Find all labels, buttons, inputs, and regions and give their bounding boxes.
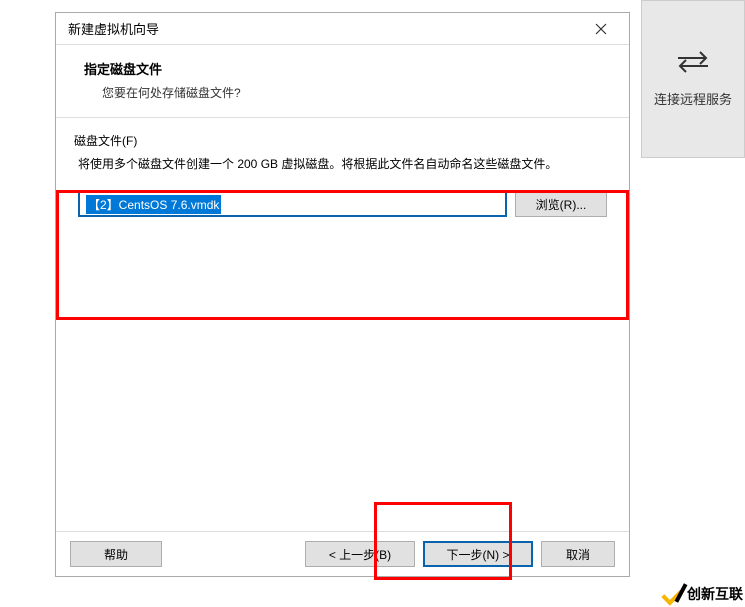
- new-vm-wizard-dialog: 新建虚拟机向导 指定磁盘文件 您要在何处存储磁盘文件? 磁盘文件(F) 将使用多…: [55, 12, 630, 577]
- swap-arrows-icon: [676, 50, 710, 77]
- wizard-header: 指定磁盘文件 您要在何处存储磁盘文件?: [56, 45, 629, 117]
- wizard-footer: 帮助 < 上一步(B) 下一步(N) > 取消: [56, 532, 629, 576]
- wizard-step-title: 指定磁盘文件: [84, 59, 617, 78]
- back-button[interactable]: < 上一步(B): [305, 541, 415, 567]
- side-panel-remote[interactable]: 连接远程服务: [641, 0, 745, 158]
- wizard-step-subtitle: 您要在何处存储磁盘文件?: [102, 84, 617, 101]
- dialog-title: 新建虚拟机向导: [68, 19, 159, 38]
- disk-file-value: 【2】CentsOS 7.6.vmdk: [86, 195, 221, 214]
- browse-button[interactable]: 浏览(R)...: [515, 191, 607, 217]
- titlebar: 新建虚拟机向导: [56, 13, 629, 45]
- disk-file-description: 将使用多个磁盘文件创建一个 200 GB 虚拟磁盘。将根据此文件名自动命名这些磁…: [78, 155, 607, 173]
- file-input-row: 【2】CentsOS 7.6.vmdk 浏览(R)...: [78, 191, 607, 217]
- side-panel-label: 连接远程服务: [654, 89, 732, 108]
- disk-file-label: 磁盘文件(F): [74, 132, 611, 149]
- brand-logo: 创新互联: [661, 583, 743, 605]
- wizard-body: 磁盘文件(F) 将使用多个磁盘文件创建一个 200 GB 虚拟磁盘。将根据此文件…: [56, 117, 629, 532]
- help-button[interactable]: 帮助: [70, 541, 162, 567]
- cancel-button[interactable]: 取消: [541, 541, 615, 567]
- close-button[interactable]: [581, 15, 621, 43]
- check-logo-icon: [661, 583, 683, 605]
- close-icon: [595, 23, 607, 35]
- brand-text: 创新互联: [687, 584, 743, 604]
- disk-file-input[interactable]: 【2】CentsOS 7.6.vmdk: [78, 191, 507, 217]
- next-button[interactable]: 下一步(N) >: [423, 541, 533, 567]
